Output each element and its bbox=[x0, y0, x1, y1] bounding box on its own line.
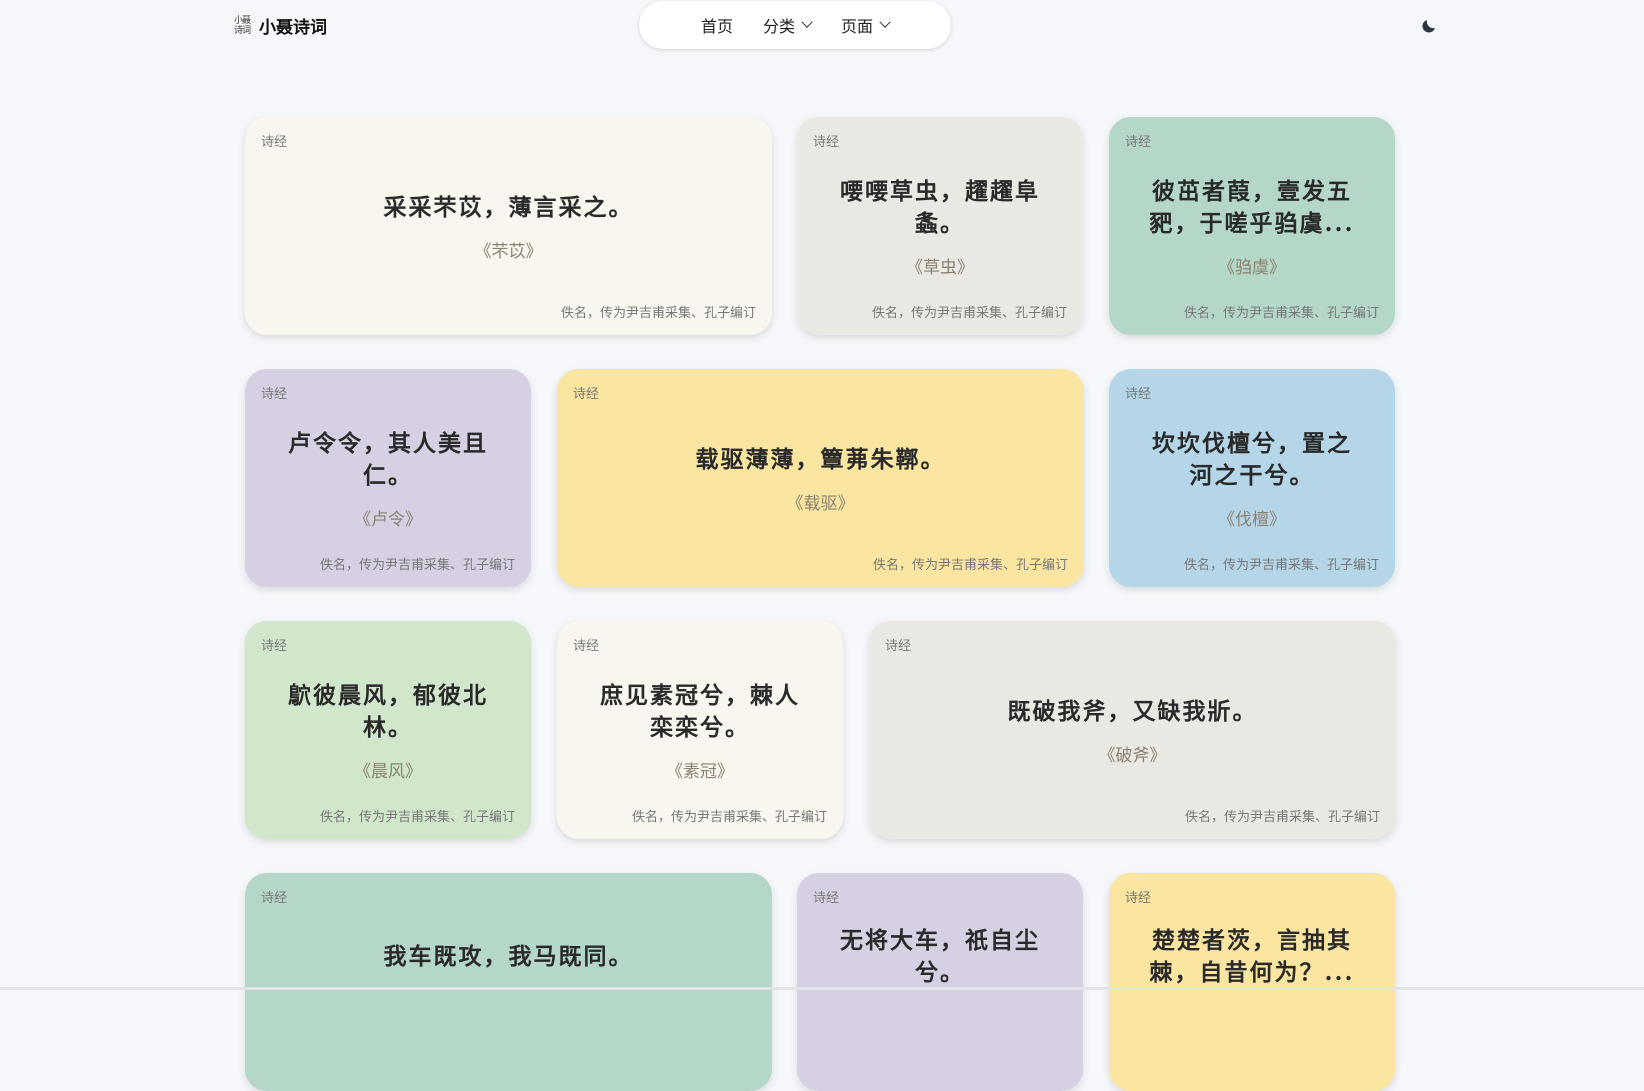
poem-line: 兮。 bbox=[915, 959, 965, 986]
poem-card[interactable]: 诗经 庶见素冠兮，棘人 栾栾兮。 《素冠》 佚名，传为尹吉甫采集、孔子编订 bbox=[557, 621, 843, 839]
card-category: 诗经 bbox=[1125, 386, 1152, 401]
card-category: 诗经 bbox=[261, 386, 288, 401]
theme-toggle-button[interactable] bbox=[1414, 11, 1444, 41]
card-body: 彼茁者葭，壹发五 豝，于嗟乎驺虞... 《驺虞》 bbox=[1109, 159, 1395, 295]
poem-author: 佚名，传为尹吉甫采集、孔子编订 bbox=[560, 305, 756, 320]
poem-title: 《载驱》 bbox=[786, 494, 855, 514]
moon-icon bbox=[1422, 20, 1435, 33]
card-category: 诗经 bbox=[1125, 134, 1152, 149]
poem-line: 我车既攻，我马既同。 bbox=[383, 943, 634, 970]
brand-logo: 小聂 诗词 bbox=[231, 15, 253, 37]
nav-item-label: 分类 bbox=[762, 19, 795, 36]
card-category: 诗经 bbox=[261, 638, 288, 653]
card-body: 既破我斧，又缺我斨。 《破斧》 bbox=[869, 663, 1396, 799]
poem-author: 佚名，传为尹吉甫采集、孔子编订 bbox=[631, 809, 827, 824]
poem-line: 螽。 bbox=[915, 210, 965, 237]
poem-author: 佚名，传为尹吉甫采集、孔子编订 bbox=[1184, 809, 1380, 824]
poem-author: 佚名，传为尹吉甫采集、孔子编订 bbox=[872, 557, 1068, 572]
card-body: 坎坎伐檀兮，置之 河之干兮。 《伐檀》 bbox=[1109, 411, 1395, 547]
poem-title: 《卢令》 bbox=[354, 510, 422, 530]
main-nav: 首页 分类 页面 bbox=[639, 1, 951, 49]
site-header: 小聂 诗词 小聂诗词 首页 分类 页面 bbox=[0, 0, 1644, 52]
poem-card[interactable]: 诗经 坎坎伐檀兮，置之 河之干兮。 《伐檀》 佚名，传为尹吉甫采集、孔子编订 bbox=[1109, 369, 1395, 587]
poem-line: 庶见素冠兮，棘人 bbox=[600, 682, 800, 709]
card-category: 诗经 bbox=[573, 386, 600, 401]
poem-title: 《伐檀》 bbox=[1218, 510, 1286, 530]
poem-title: 《晨风》 bbox=[354, 762, 422, 782]
poem-line: 仁。 bbox=[363, 462, 413, 489]
nav-item-categories[interactable]: 分类 bbox=[762, 13, 813, 37]
card-body: 喓喓草虫，趯趯阜 螽。 《草虫》 bbox=[797, 159, 1083, 295]
poem-line: 栾栾兮。 bbox=[650, 714, 750, 741]
card-body: 无将大车，祇自尘 兮。 bbox=[797, 915, 1083, 1051]
poem-card[interactable]: 诗经 鴥彼晨风，郁彼北 林。 《晨风》 佚名，传为尹吉甫采集、孔子编订 bbox=[245, 621, 531, 839]
poem-title: 《素冠》 bbox=[666, 762, 734, 782]
poem-line: 卢令令，其人美且 bbox=[288, 430, 488, 457]
brand[interactable]: 小聂 诗词 小聂诗词 bbox=[231, 13, 327, 38]
poem-title: 《草虫》 bbox=[906, 258, 974, 278]
nav-item-label: 首页 bbox=[700, 19, 733, 36]
poem-line: 彼茁者葭，壹发五 bbox=[1152, 178, 1352, 205]
poem-card[interactable]: 诗经 楚楚者茨，言抽其 棘，自昔何为？... bbox=[1109, 873, 1395, 1091]
card-category: 诗经 bbox=[813, 890, 840, 905]
chevron-down-icon bbox=[801, 16, 813, 28]
card-category: 诗经 bbox=[1125, 890, 1152, 905]
poem-line: 采采芣苡，薄言采之。 bbox=[383, 194, 634, 221]
poem-author: 佚名，传为尹吉甫采集、孔子编订 bbox=[1183, 557, 1379, 572]
card-body: 楚楚者茨，言抽其 棘，自昔何为？... bbox=[1109, 915, 1395, 1051]
card-category: 诗经 bbox=[813, 134, 840, 149]
poem-card[interactable]: 诗经 载驱薄薄，簟茀朱鞹。 《载驱》 佚名，传为尹吉甫采集、孔子编订 bbox=[557, 369, 1084, 587]
poem-line: 豝，于嗟乎驺虞... bbox=[1149, 210, 1355, 237]
poem-title: 《破斧》 bbox=[1098, 746, 1167, 766]
poem-title: 《驺虞》 bbox=[1218, 258, 1286, 278]
poem-line: 鴥彼晨风，郁彼北 bbox=[288, 682, 488, 709]
nav-item-label: 页面 bbox=[841, 19, 874, 36]
poem-card[interactable]: 诗经 卢令令，其人美且 仁。 《卢令》 佚名，传为尹吉甫采集、孔子编订 bbox=[245, 369, 531, 587]
poem-title: 《芣苡》 bbox=[474, 242, 543, 262]
brand-logo-line1: 小聂 bbox=[233, 15, 251, 26]
poem-card[interactable]: 诗经 无将大车，祇自尘 兮。 bbox=[797, 873, 1083, 1091]
poem-line: 林。 bbox=[363, 714, 413, 741]
card-body: 我车既攻，我马既同。 bbox=[245, 915, 772, 1051]
nav-item-pages[interactable]: 页面 bbox=[841, 13, 891, 37]
poem-author: 佚名，传为尹吉甫采集、孔子编订 bbox=[319, 557, 515, 572]
poem-line: 喓喓草虫，趯趯阜 bbox=[840, 178, 1040, 205]
poem-author: 佚名，传为尹吉甫采集、孔子编订 bbox=[871, 305, 1067, 320]
card-body: 卢令令，其人美且 仁。 《卢令》 bbox=[245, 411, 531, 547]
poem-card[interactable]: 诗经 既破我斧，又缺我斨。 《破斧》 佚名，传为尹吉甫采集、孔子编订 bbox=[869, 621, 1396, 839]
card-body: 载驱薄薄，簟茀朱鞹。 《载驱》 bbox=[557, 411, 1084, 547]
poem-line: 无将大车，祇自尘 bbox=[840, 927, 1040, 954]
card-body: 庶见素冠兮，棘人 栾栾兮。 《素冠》 bbox=[557, 663, 843, 799]
poem-author: 佚名，传为尹吉甫采集、孔子编订 bbox=[319, 809, 515, 824]
brand-logo-line2: 诗词 bbox=[233, 25, 251, 36]
nav-item-home[interactable]: 首页 bbox=[701, 13, 733, 37]
poem-line: 既破我斧，又缺我斨。 bbox=[1007, 698, 1258, 725]
poem-line: 坎坎伐檀兮，置之 bbox=[1152, 430, 1352, 457]
poem-line: 河之干兮。 bbox=[1189, 462, 1315, 489]
card-category: 诗经 bbox=[261, 134, 288, 149]
poem-card[interactable]: 诗经 我车既攻，我马既同。 bbox=[245, 873, 772, 1091]
poem-line: 棘，自昔何为？... bbox=[1149, 959, 1355, 986]
poem-card[interactable]: 诗经 喓喓草虫，趯趯阜 螽。 《草虫》 佚名，传为尹吉甫采集、孔子编订 bbox=[797, 117, 1083, 335]
card-category: 诗经 bbox=[573, 638, 600, 653]
card-category: 诗经 bbox=[261, 890, 288, 905]
brand-title[interactable]: 小聂诗词 bbox=[259, 13, 327, 38]
poem-card[interactable]: 诗经 彼茁者葭，壹发五 豝，于嗟乎驺虞... 《驺虞》 佚名，传为尹吉甫采集、孔… bbox=[1109, 117, 1395, 335]
chevron-down-icon bbox=[879, 16, 891, 28]
poem-author: 佚名，传为尹吉甫采集、孔子编订 bbox=[1183, 305, 1379, 320]
card-body: 鴥彼晨风，郁彼北 林。 《晨风》 bbox=[245, 663, 531, 799]
poem-line: 载驱薄薄，簟茀朱鞹。 bbox=[695, 446, 946, 473]
card-category: 诗经 bbox=[885, 638, 912, 653]
poem-card[interactable]: 诗经 采采芣苡，薄言采之。 《芣苡》 佚名，传为尹吉甫采集、孔子编订 bbox=[245, 117, 772, 335]
poem-line: 楚楚者茨，言抽其 bbox=[1152, 927, 1352, 954]
card-body: 采采芣苡，薄言采之。 《芣苡》 bbox=[245, 159, 772, 295]
